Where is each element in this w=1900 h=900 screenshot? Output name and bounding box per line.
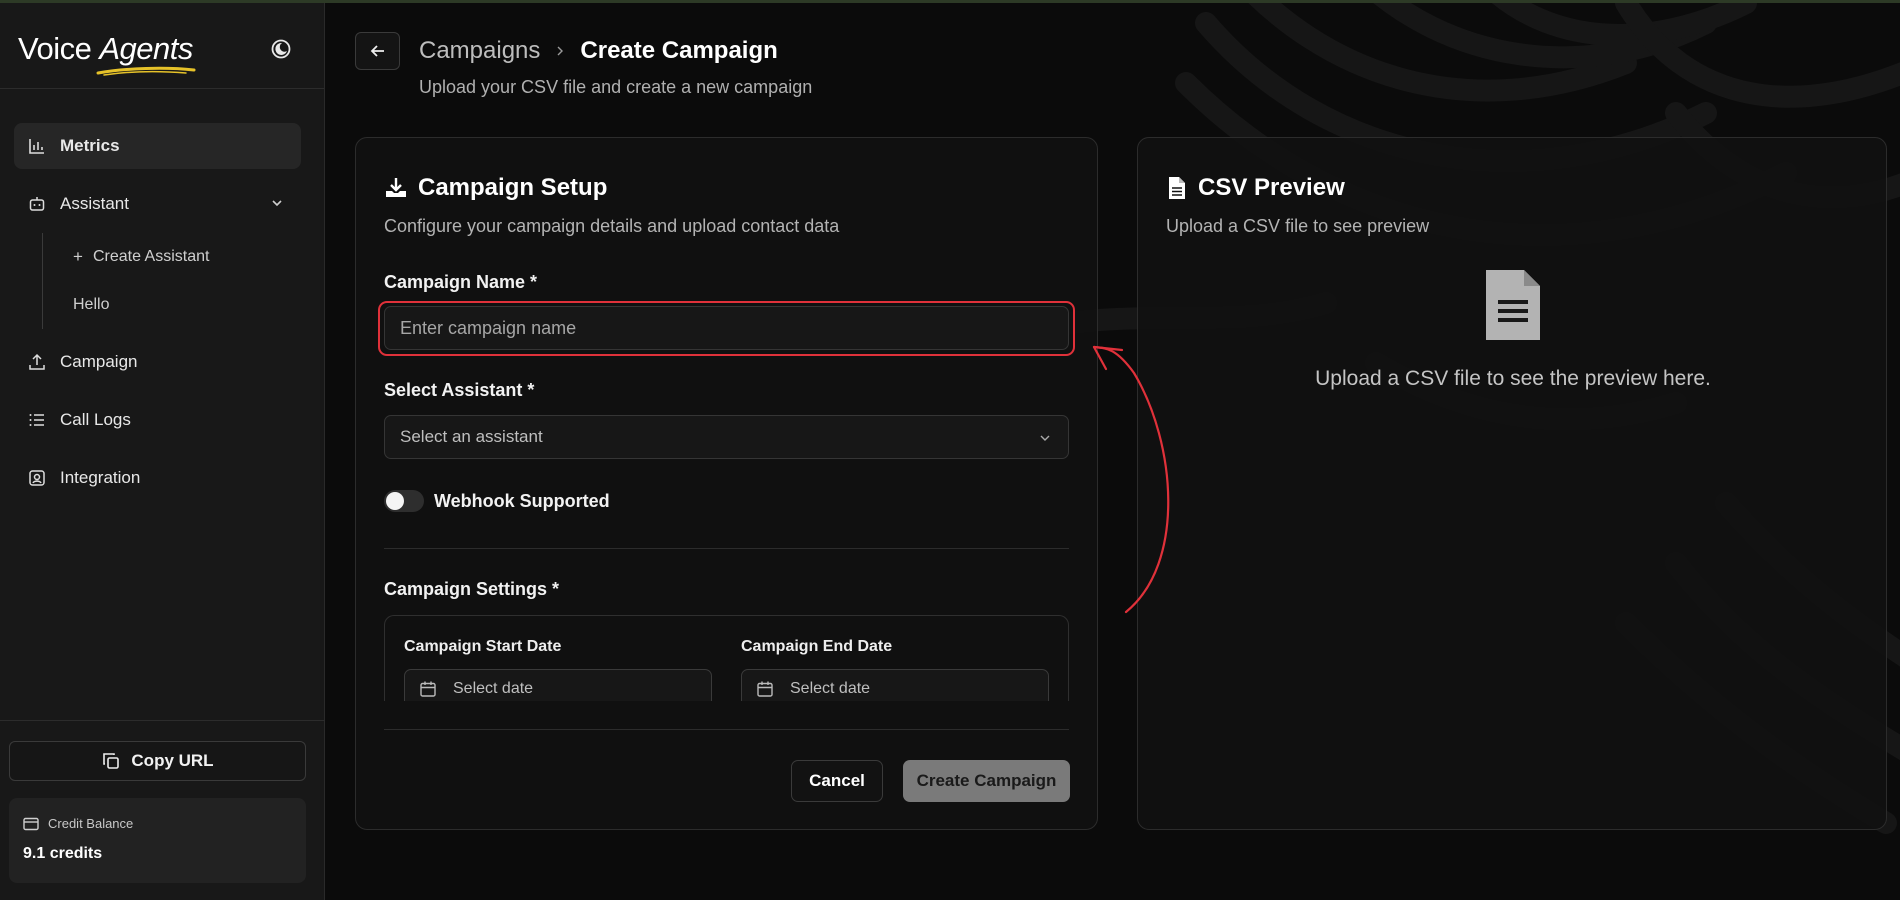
assistant-subnav: + Create Assistant Hello xyxy=(42,233,301,329)
integration-icon xyxy=(28,469,46,487)
sidebar-item-campaign[interactable]: Campaign xyxy=(14,339,301,385)
sidebar-item-label: Integration xyxy=(60,468,141,487)
csv-preview-title-text: CSV Preview xyxy=(1198,174,1345,201)
sidebar-item-metrics[interactable]: Metrics xyxy=(14,123,301,169)
campaign-setup-title-text: Campaign Setup xyxy=(418,174,608,201)
moon-icon xyxy=(271,39,291,59)
breadcrumb: Campaigns Create Campaign xyxy=(419,37,778,65)
cancel-button[interactable]: Cancel xyxy=(791,760,883,802)
chevron-down-icon[interactable] xyxy=(269,195,285,216)
sidebar-nav: Metrics Assistant + Create Assistant Hel… xyxy=(14,123,301,513)
plus-icon: + xyxy=(73,247,83,266)
credit-card-icon xyxy=(23,817,39,831)
end-date-value: Select date xyxy=(790,680,871,697)
csv-preview-card: CSV Preview Upload a CSV file to see pre… xyxy=(1137,137,1887,830)
copy-icon xyxy=(101,751,121,771)
section-divider xyxy=(384,548,1069,549)
start-date-picker[interactable]: Select date xyxy=(404,669,712,701)
end-date-picker[interactable]: Select date xyxy=(741,669,1049,701)
sidebar-subitem-label: Create Assistant xyxy=(92,248,210,265)
sidebar: Voice Agents Metrics Assistant + Create … xyxy=(0,3,325,900)
sidebar-item-call-logs[interactable]: Call Logs xyxy=(14,397,301,443)
sidebar-item-label: Assistant xyxy=(60,194,129,213)
calendar-icon xyxy=(419,680,437,698)
csv-preview-title: CSV Preview xyxy=(1166,174,1345,202)
campaign-settings-box: Campaign Start Date Select date Campaign… xyxy=(384,615,1069,701)
start-date-label: Campaign Start Date xyxy=(404,638,562,655)
webhook-row: Webhook Supported xyxy=(384,490,610,512)
page-title: Create Campaign xyxy=(580,37,778,64)
sidebar-item-integration[interactable]: Integration xyxy=(14,455,301,501)
campaign-name-input[interactable] xyxy=(384,306,1069,350)
credit-balance-card: Credit Balance 9.1 credits xyxy=(9,798,306,883)
brand-word-agents: Agents xyxy=(99,31,193,66)
brand-underline-swoosh xyxy=(96,66,196,76)
select-assistant-label: Select Assistant * xyxy=(384,380,535,400)
breadcrumb-campaigns[interactable]: Campaigns xyxy=(419,37,540,65)
campaign-setup-title: Campaign Setup xyxy=(384,174,607,202)
bar-chart-icon xyxy=(28,137,46,155)
sidebar-subitem-create-assistant[interactable]: + Create Assistant xyxy=(43,233,301,281)
credit-balance-value: 9.1 credits xyxy=(23,845,103,862)
campaign-name-label: Campaign Name * xyxy=(384,272,538,292)
chevron-right-icon xyxy=(554,45,566,57)
credit-balance-header: Credit Balance xyxy=(23,816,292,831)
webhook-toggle[interactable] xyxy=(384,490,424,512)
sidebar-item-label: Metrics xyxy=(60,136,120,155)
file-text-icon xyxy=(1166,176,1188,200)
theme-toggle-button[interactable] xyxy=(268,36,294,62)
campaign-setup-description: Configure your campaign details and uplo… xyxy=(384,216,840,236)
csv-preview-description: Upload a CSV file to see preview xyxy=(1166,216,1430,236)
download-tray-icon xyxy=(384,176,408,200)
sidebar-subitem-label: Hello xyxy=(73,296,110,313)
main-content: Campaigns Create Campaign Upload your CS… xyxy=(326,3,1900,900)
credit-balance-label: Credit Balance xyxy=(48,816,134,831)
csv-preview-empty-text: Upload a CSV file to see the preview her… xyxy=(1315,367,1711,390)
campaign-settings-label: Campaign Settings * xyxy=(384,579,560,599)
campaign-setup-card: Campaign Setup Configure your campaign d… xyxy=(355,137,1098,830)
end-date-label: Campaign End Date xyxy=(741,638,893,655)
sidebar-item-label: Call Logs xyxy=(60,410,131,429)
sidebar-item-label: Campaign xyxy=(60,352,138,371)
footer-divider xyxy=(384,729,1069,730)
start-date-value: Select date xyxy=(453,680,534,697)
sidebar-divider xyxy=(0,720,325,721)
bot-icon xyxy=(28,195,46,213)
select-assistant-placeholder: Select an assistant xyxy=(400,427,543,446)
sidebar-item-assistant[interactable]: Assistant xyxy=(14,181,301,227)
sidebar-subitem-hello[interactable]: Hello xyxy=(43,281,301,329)
webhook-label: Webhook Supported xyxy=(434,490,610,511)
file-placeholder-icon xyxy=(1486,270,1540,340)
list-icon xyxy=(28,411,46,429)
chevron-down-icon xyxy=(1038,431,1052,445)
back-button[interactable] xyxy=(355,32,400,70)
brand-word-voice: Voice xyxy=(18,31,92,66)
arrow-left-icon xyxy=(370,45,384,57)
copy-url-button[interactable]: Copy URL xyxy=(9,741,306,781)
calendar-icon xyxy=(756,680,774,698)
toggle-knob xyxy=(386,492,404,510)
page-subtitle: Upload your CSV file and create a new ca… xyxy=(419,77,813,97)
brand-header: Voice Agents xyxy=(0,3,324,89)
create-campaign-button[interactable]: Create Campaign xyxy=(903,760,1070,802)
brand-logo[interactable]: Voice Agents xyxy=(18,31,193,67)
upload-icon xyxy=(28,353,46,371)
select-assistant-dropdown[interactable]: Select an assistant xyxy=(384,415,1069,459)
copy-url-label: Copy URL xyxy=(131,751,214,770)
